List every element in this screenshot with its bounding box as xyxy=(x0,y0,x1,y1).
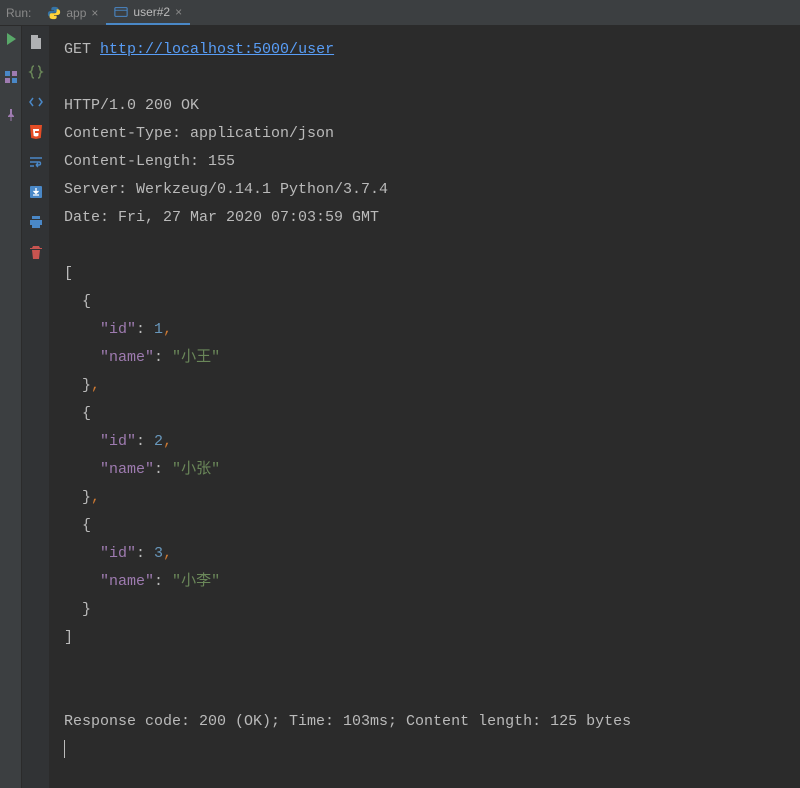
response-header-line: Content-Length: 155 xyxy=(64,148,784,176)
python-icon xyxy=(47,6,61,20)
tab-label: app xyxy=(66,6,86,20)
download-icon[interactable] xyxy=(28,184,44,200)
wrap-icon[interactable] xyxy=(28,154,44,170)
request-line: GET http://localhost:5000/user xyxy=(64,36,784,64)
pin-icon[interactable] xyxy=(4,108,18,122)
tab-app[interactable]: app × xyxy=(39,0,106,25)
tab-label: user#2 xyxy=(133,5,170,19)
content-area: GET http://localhost:5000/user HTTP/1.0 … xyxy=(0,26,800,788)
run-label: Run: xyxy=(0,6,39,20)
left-gutter xyxy=(0,26,22,788)
response-header-line: Server: Werkzeug/0.14.1 Python/3.7.4 xyxy=(64,176,784,204)
file-icon[interactable] xyxy=(28,34,44,50)
close-icon[interactable]: × xyxy=(175,5,182,19)
close-icon[interactable]: × xyxy=(91,6,98,20)
trash-icon[interactable] xyxy=(28,244,44,260)
play-icon[interactable] xyxy=(4,32,18,46)
console-output[interactable]: GET http://localhost:5000/user HTTP/1.0 … xyxy=(50,26,800,788)
response-summary: Response code: 200 (OK); Time: 103ms; Co… xyxy=(64,708,784,736)
print-icon[interactable] xyxy=(28,214,44,230)
html5-icon[interactable] xyxy=(28,124,44,140)
braces-icon[interactable] xyxy=(28,64,44,80)
text-cursor xyxy=(64,740,65,758)
http-icon xyxy=(114,5,128,19)
tab-bar: Run: app × user#2 × xyxy=(0,0,800,26)
tab-user-2[interactable]: user#2 × xyxy=(106,0,190,25)
request-url[interactable]: http://localhost:5000/user xyxy=(100,41,334,58)
response-header-line: HTTP/1.0 200 OK xyxy=(64,92,784,120)
tool-column xyxy=(22,26,50,788)
json-body: [ { "id": 1, "name": "小王" }, { "id": 2, … xyxy=(64,260,784,652)
request-method: GET xyxy=(64,41,91,58)
struct-icon[interactable] xyxy=(4,70,18,84)
response-header-line: Content-Type: application/json xyxy=(64,120,784,148)
code-icon[interactable] xyxy=(28,94,44,110)
response-header-line: Date: Fri, 27 Mar 2020 07:03:59 GMT xyxy=(64,204,784,232)
